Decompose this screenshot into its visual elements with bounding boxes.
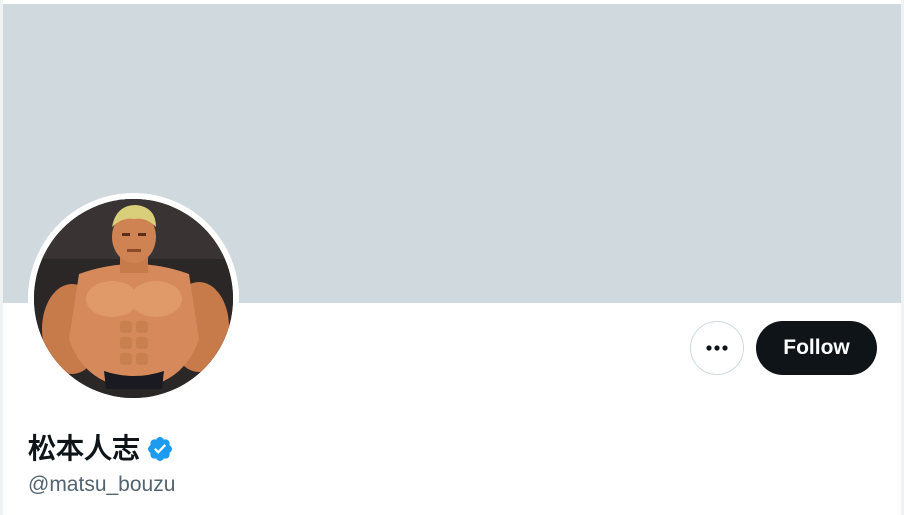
more-horizontal-icon [706, 345, 728, 351]
avatar-image [34, 199, 233, 398]
display-name: 松本人志 [28, 432, 141, 465]
more-options-button[interactable] [690, 321, 744, 375]
profile-header: Follow 松本人志 @matsu_bouzu [0, 0, 904, 515]
follow-button[interactable]: Follow [756, 321, 877, 375]
verified-badge-icon[interactable] [146, 435, 174, 463]
handle: @matsu_bouzu [28, 473, 176, 496]
name-row: 松本人志 [28, 430, 174, 468]
avatar[interactable] [34, 199, 233, 398]
